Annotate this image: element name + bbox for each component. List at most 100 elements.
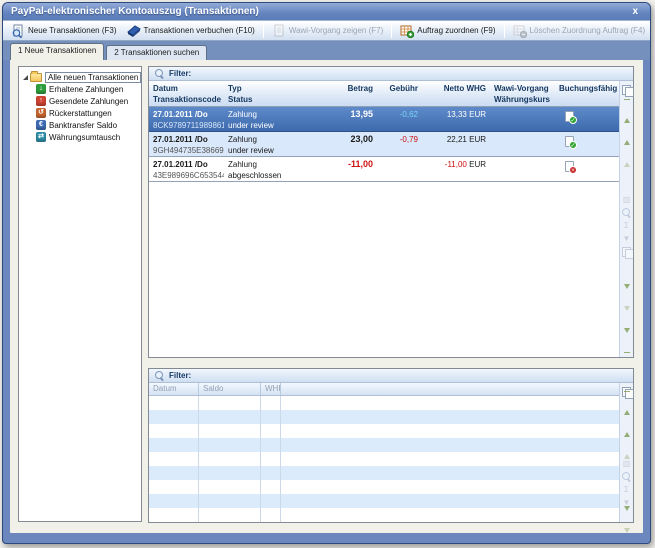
cell-datum: 27.01.2011 /Do bbox=[153, 109, 220, 120]
filter-icon[interactable]: ▼ bbox=[623, 234, 631, 243]
scroll-down-button[interactable] bbox=[624, 511, 630, 529]
window-title: PayPal-elektronischer Kontoauszug (Trans… bbox=[11, 6, 628, 17]
main-filter-bar[interactable]: Filter: bbox=[149, 67, 633, 81]
scroll-to-top-button[interactable] bbox=[624, 391, 630, 411]
cell-transaktionscode: 43E989696C6535442 bbox=[153, 170, 220, 181]
table-row[interactable]: 27.01.2011 /Do43E989696C6535442 Zahlunga… bbox=[149, 157, 619, 182]
cell-wawi-vorgang bbox=[490, 157, 555, 181]
tab-neue-transaktionen[interactable]: 1 Neue Transaktionen bbox=[10, 43, 104, 60]
filter-label: Filter: bbox=[169, 371, 191, 380]
post-transactions-button[interactable]: Transaktionen verbuchen (F10) bbox=[122, 22, 260, 39]
tree-item-label: Gesendete Zahlungen bbox=[49, 97, 128, 106]
search-icon[interactable] bbox=[622, 208, 631, 217]
column-options-icon[interactable]: ▥ bbox=[623, 459, 631, 468]
filter-label: Filter: bbox=[169, 69, 191, 78]
scroll-to-bottom-button[interactable] bbox=[624, 333, 630, 353]
bookable-check-icon: ✓ bbox=[565, 111, 574, 122]
bookable-check-icon: ✓ bbox=[565, 136, 574, 147]
scroll-down-button[interactable] bbox=[624, 289, 630, 307]
tree-item-rueckerstattungen[interactable]: ↺ Rückerstattungen bbox=[19, 107, 141, 119]
cell-typ: Zahlung bbox=[228, 134, 308, 145]
column-header-whr[interactable]: WHR bbox=[261, 383, 281, 395]
cell-netto: -11,00 bbox=[445, 160, 467, 169]
toolbar-button-label: Löschen Zuordnung Auftrag (F4) bbox=[530, 26, 646, 35]
tree-item-label: Erhaltene Zahlungen bbox=[49, 85, 123, 94]
tree-item-alle-neuen-transaktionen[interactable]: Alle neuen Transaktionen bbox=[19, 71, 141, 83]
cell-betrag: 23,00 bbox=[312, 132, 377, 156]
tree-item-label: Alle neuen Transaktionen bbox=[45, 72, 141, 83]
copy-rows-icon[interactable] bbox=[622, 247, 632, 257]
column-header-datum[interactable]: DatumTransaktionscode bbox=[149, 81, 224, 106]
column-header-typ[interactable]: TypStatus bbox=[224, 81, 312, 106]
delete-order-assignment-button[interactable]: Löschen Zuordnung Auftrag (F4) bbox=[508, 22, 651, 39]
toolbar-button-label: Wawi-Vorgang zeigen (F7) bbox=[289, 26, 383, 35]
app-window: PayPal-elektronischer Kontoauszug (Trans… bbox=[2, 2, 651, 544]
scroll-up-button[interactable] bbox=[624, 123, 630, 141]
post-transactions-icon bbox=[127, 24, 141, 38]
cell-gebuehr bbox=[377, 157, 422, 181]
column-header-wawi-vorgang[interactable]: Wawi-VorgangWährungskurs bbox=[490, 81, 555, 106]
search-icon bbox=[155, 69, 164, 78]
tree-expander-icon[interactable] bbox=[23, 75, 28, 80]
cell-status: under review bbox=[228, 145, 308, 156]
sum-icon[interactable]: Σ bbox=[624, 221, 629, 230]
column-header-betrag[interactable]: Betrag bbox=[312, 81, 377, 106]
scroll-up-page-button[interactable] bbox=[624, 145, 630, 163]
toolbar-separator bbox=[391, 23, 392, 38]
scroll-up-page-button[interactable] bbox=[624, 437, 630, 455]
toolbar-separator bbox=[263, 23, 264, 38]
received-payments-icon: ↓ bbox=[36, 84, 46, 94]
cell-whg: EUR bbox=[469, 160, 486, 169]
column-header-datum[interactable]: Datum bbox=[149, 383, 199, 395]
grid-toolbar-vertical: ▥ Σ ▼ bbox=[619, 81, 633, 357]
title-bar: PayPal-elektronischer Kontoauszug (Trans… bbox=[3, 3, 650, 20]
column-divider bbox=[260, 396, 261, 522]
toolbar-button-label: Neue Transaktionen (F3) bbox=[28, 26, 117, 35]
copy-icon[interactable] bbox=[622, 85, 632, 95]
search-icon[interactable] bbox=[622, 472, 631, 481]
cell-gebuehr: -0,79 bbox=[377, 132, 422, 156]
table-row[interactable]: 27.01.2011 /Do8CK9789711989861D Zahlungu… bbox=[149, 107, 619, 132]
saldo-filter-bar[interactable]: Filter: bbox=[149, 369, 633, 383]
document-search-icon bbox=[11, 24, 25, 38]
cell-gebuehr: -0,62 bbox=[377, 107, 422, 131]
table-row[interactable]: 27.01.2011 /Do9GH494735E3866936 Zahlungu… bbox=[149, 132, 619, 157]
new-transactions-button[interactable]: Neue Transaktionen (F3) bbox=[6, 22, 122, 39]
tree-item-waehrungsumtausch[interactable]: ⇄ Währungsumtausch bbox=[19, 131, 141, 143]
empty-rows-area bbox=[149, 396, 619, 522]
table-remove-icon bbox=[513, 24, 527, 38]
column-header-buchungsfaehig[interactable]: Buchungsfähig bbox=[555, 81, 619, 106]
column-header-netto-whg[interactable]: Netto WHG bbox=[422, 81, 490, 106]
cell-betrag: 13,95 bbox=[312, 107, 377, 131]
scroll-to-top-button[interactable] bbox=[624, 99, 630, 119]
tree-item-erhaltene-zahlungen[interactable]: ↓ Erhaltene Zahlungen bbox=[19, 83, 141, 95]
bank-transfer-icon: € bbox=[36, 120, 46, 130]
refunds-icon: ↺ bbox=[36, 108, 46, 118]
sum-icon[interactable]: Σ bbox=[624, 485, 629, 494]
tree-item-gesendete-zahlungen[interactable]: ↑ Gesendete Zahlungen bbox=[19, 95, 141, 107]
scroll-up-button[interactable] bbox=[624, 415, 630, 433]
close-button[interactable]: x bbox=[628, 4, 642, 19]
currency-exchange-icon: ⇄ bbox=[36, 132, 46, 142]
column-divider bbox=[198, 396, 199, 522]
assign-order-button[interactable]: Auftrag zuordnen (F9) bbox=[395, 22, 500, 39]
scroll-down-page-button[interactable] bbox=[624, 311, 630, 329]
cell-transaktionscode: 9GH494735E3866936 bbox=[153, 145, 220, 156]
cell-status: abgeschlossen bbox=[228, 170, 308, 181]
tree-item-banktransfer-saldo[interactable]: € Banktransfer Saldo bbox=[19, 119, 141, 131]
show-wawi-process-button[interactable]: Wawi-Vorgang zeigen (F7) bbox=[267, 22, 388, 39]
toolbar-button-label: Auftrag zuordnen (F9) bbox=[417, 26, 495, 35]
cell-whg: EUR bbox=[469, 135, 486, 144]
table-assign-icon bbox=[400, 24, 414, 38]
cell-datum: 27.01.2011 /Do bbox=[153, 159, 220, 170]
tab-strip: 1 Neue Transaktionen 2 Transaktionen suc… bbox=[3, 41, 650, 60]
toolbar-separator bbox=[504, 23, 505, 38]
scroll-down-page-button[interactable] bbox=[624, 533, 630, 544]
column-header-gebuehr[interactable]: Gebühr bbox=[377, 81, 422, 106]
cell-status: under review bbox=[228, 120, 308, 131]
tab-transaktionen-suchen[interactable]: 2 Transaktionen suchen bbox=[106, 45, 207, 60]
column-header-saldo[interactable]: Saldo bbox=[199, 383, 261, 395]
cell-betrag: -11,00 bbox=[312, 157, 377, 181]
main-toolbar: Neue Transaktionen (F3) Transaktionen ve… bbox=[3, 20, 650, 41]
column-options-icon[interactable]: ▥ bbox=[623, 195, 631, 204]
